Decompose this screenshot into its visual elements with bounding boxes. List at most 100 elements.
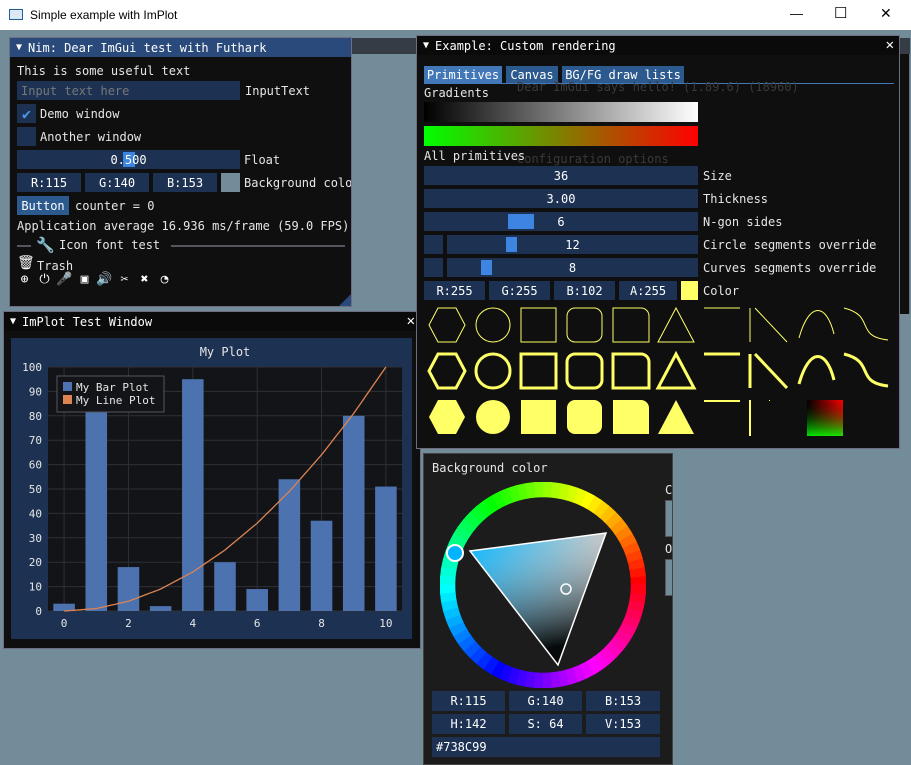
demo-window-label: Demo window: [40, 107, 120, 121]
size-slider[interactable]: 36: [424, 166, 698, 185]
ngon-label: N-gon sides: [703, 215, 783, 229]
y-tick-label: 60: [29, 459, 42, 472]
bar: [117, 567, 140, 611]
curves-segments-checkbox[interactable]: [424, 258, 443, 277]
bar: [375, 486, 397, 611]
y-tick-label: 40: [29, 507, 42, 520]
nim-window-title-bar[interactable]: ▼ Nim: Dear ImGui test with Futhark: [10, 38, 351, 57]
ngon-slider[interactable]: 6: [424, 212, 698, 231]
color-r-field[interactable]: R:255: [424, 281, 485, 300]
legend-label[interactable]: My Line Plot: [76, 394, 155, 407]
legend-label[interactable]: My Bar Plot: [76, 381, 149, 394]
close-icon[interactable]: ✕: [886, 37, 894, 53]
color-g-field[interactable]: G:140: [85, 173, 149, 192]
picker-b-field[interactable]: B:153: [586, 691, 660, 711]
close-icon[interactable]: ✕: [407, 313, 415, 329]
color-a-field[interactable]: A:255: [619, 281, 677, 300]
rounded-square-filled: [567, 400, 602, 434]
tab-primitives[interactable]: Primitives: [424, 66, 502, 83]
ngon-value: 6: [557, 214, 565, 229]
app-icon: [9, 9, 23, 20]
legend-swatch: [63, 395, 72, 404]
implot-window-title-bar[interactable]: ▼ ImPlot Test Window ✕: [4, 312, 420, 331]
x-tick-label: 0: [61, 617, 68, 630]
partial-rounded-thick: [611, 352, 651, 390]
hexagon-outline: [428, 307, 466, 343]
collapse-arrow-icon[interactable]: ▼: [10, 316, 16, 327]
picker-r-field[interactable]: R:115: [432, 691, 505, 711]
resize-grip[interactable]: [339, 294, 351, 306]
plot-area[interactable]: My Plot 0 10 20 30 40 50 60 70 80 90 100 0 2 4 6 8 10 My B…: [11, 338, 412, 639]
collapse-arrow-icon[interactable]: ▼: [16, 42, 22, 53]
thickness-value: 3.00: [546, 191, 576, 206]
text-input[interactable]: Input text here: [17, 81, 240, 100]
another-window-checkbox[interactable]: [17, 127, 36, 146]
gradient-color: [424, 126, 698, 146]
picker-hex-value: #738C99: [436, 740, 487, 754]
background-color-swatch[interactable]: [221, 173, 240, 192]
picker-h-field[interactable]: H:142: [432, 714, 505, 734]
custom-rendering-window: ▼ Example: Custom rendering ✕ Primitives…: [416, 35, 900, 449]
curves-segments-slider[interactable]: 8: [447, 258, 698, 277]
picker-hex-field[interactable]: #738C99: [432, 737, 660, 757]
x-tick-label: 4: [190, 617, 197, 630]
thickness-slider[interactable]: 3.00: [424, 189, 698, 208]
chip-icon: ▣: [80, 272, 89, 287]
circle-slider-grab[interactable]: [506, 237, 517, 252]
picker-v-value: V:153: [604, 717, 642, 731]
multicolor-rect-overlay: [807, 400, 843, 436]
square-thick: [519, 352, 558, 390]
search-plus-icon: ⊕: [20, 272, 29, 287]
color-r-value: R:255: [436, 283, 473, 298]
counter-button[interactable]: Button: [17, 196, 69, 215]
float-slider-value: 0.500: [110, 152, 147, 167]
y-tick-label: 90: [29, 385, 42, 398]
implot-window-title: ImPlot Test Window: [22, 314, 153, 329]
demo-window-checkbox[interactable]: ✔: [17, 104, 36, 123]
color-b-field[interactable]: B:102: [554, 281, 615, 300]
picker-g-field[interactable]: G:140: [509, 691, 582, 711]
minimize-button[interactable]: —: [790, 6, 803, 21]
implot-window: ▼ ImPlot Test Window ✕ My Plot 0 10 20 30 40 5…: [3, 311, 421, 649]
thickness-label: Thickness: [703, 192, 769, 206]
custom-window-title-bar[interactable]: ▼ Example: Custom rendering ✕: [417, 36, 899, 55]
bar: [310, 520, 333, 611]
bezier-quadratic: [798, 310, 835, 339]
color-r-field[interactable]: R:115: [17, 173, 81, 192]
text-input-placeholder: Input text here: [21, 83, 130, 98]
original-color-swatch[interactable]: [665, 559, 672, 596]
color-b-field[interactable]: B:153: [153, 173, 217, 192]
primitive-color-swatch[interactable]: [681, 281, 698, 300]
circle-value: 12: [565, 237, 580, 252]
plot-title: My Plot: [200, 345, 251, 359]
plot-legend: My Bar PlotMy Line Plot: [56, 375, 165, 413]
legend-swatch: [63, 382, 72, 391]
primitives-row-thin: [428, 306, 889, 343]
maximize-button[interactable]: ☐: [834, 4, 847, 22]
float-label: Float: [244, 153, 281, 167]
nim-window-title: Nim: Dear ImGui test with Futhark: [28, 40, 267, 55]
primitives-canvas: [427, 306, 889, 436]
hue-handle[interactable]: [446, 544, 464, 562]
collapse-arrow-icon[interactable]: ▼: [423, 40, 429, 51]
picker-title: Background color: [432, 461, 548, 475]
color-g-field[interactable]: G:255: [489, 281, 550, 300]
float-slider[interactable]: 0.500: [17, 150, 240, 169]
ngon-slider-grab[interactable]: [508, 214, 534, 229]
color-g-value: G:140: [98, 175, 136, 190]
close-button[interactable]: ✕: [880, 5, 892, 22]
os-window-title: Simple example with ImPlot: [30, 8, 178, 22]
circle-segments-checkbox[interactable]: [424, 235, 443, 254]
picker-s-field[interactable]: S: 64: [509, 714, 582, 734]
color-wheel[interactable]: [440, 482, 646, 688]
x-tick-label: 2: [125, 617, 132, 630]
size-label: Size: [703, 169, 732, 183]
picker-v-field[interactable]: V:153: [586, 714, 660, 734]
circle-thick: [474, 352, 512, 390]
power-icon: ⏻: [39, 272, 50, 287]
curves-slider-grab[interactable]: [481, 260, 492, 275]
circle-segments-slider[interactable]: 12: [447, 235, 698, 254]
bar: [246, 589, 268, 611]
volume-icon: 🔊: [96, 272, 113, 287]
pixel-filled: [769, 400, 770, 401]
